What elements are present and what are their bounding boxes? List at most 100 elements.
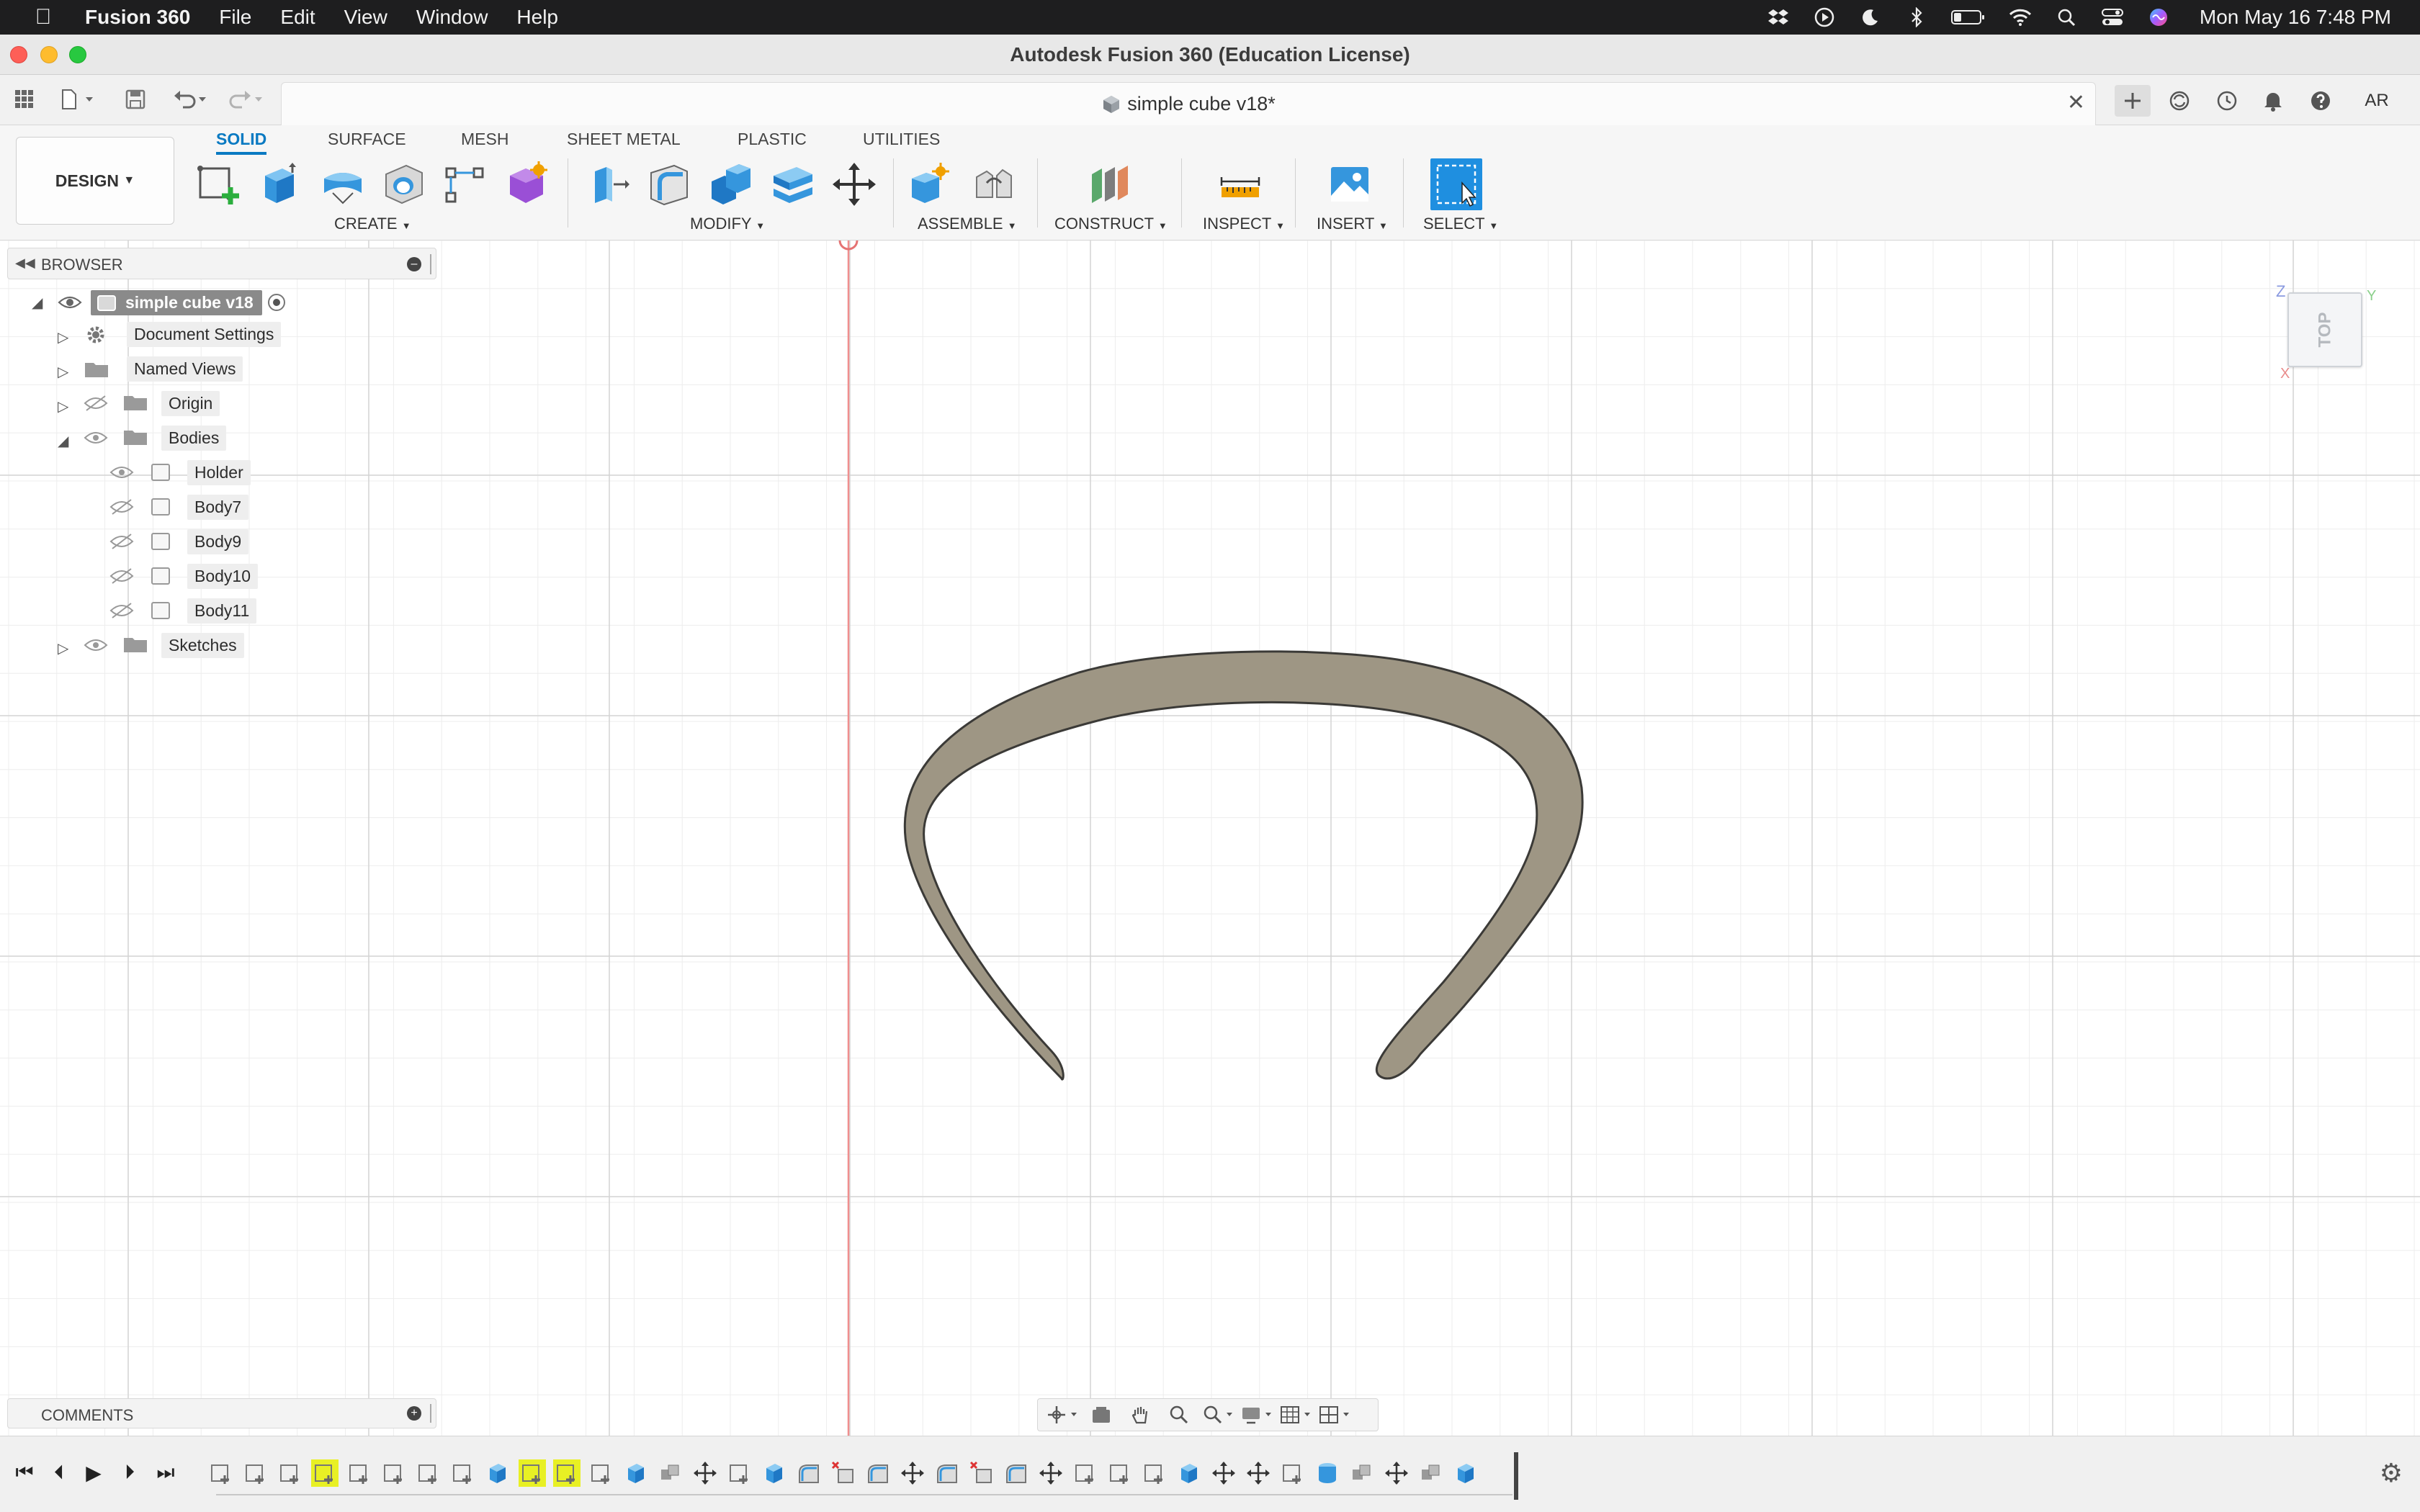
- press-pull-icon[interactable]: [582, 158, 634, 210]
- new-tab-icon[interactable]: [2115, 85, 2151, 117]
- timeline-feature-move-icon[interactable]: [1037, 1459, 1065, 1487]
- tab-utilities[interactable]: UTILITIES: [863, 130, 940, 149]
- timeline-feature-fillet-icon[interactable]: [864, 1459, 892, 1487]
- collapsed-triangle-icon[interactable]: ▷: [58, 328, 68, 346]
- tab-surface[interactable]: SURFACE: [328, 130, 406, 149]
- timeline-feature-fillet-icon[interactable]: [1003, 1459, 1030, 1487]
- timeline-feature-cylinder-icon[interactable]: [1314, 1459, 1341, 1487]
- timeline-feature-delete-icon[interactable]: [830, 1459, 857, 1487]
- menu-view[interactable]: View: [344, 6, 387, 29]
- fit-zoom-icon[interactable]: [1201, 1402, 1235, 1428]
- browser-item-body[interactable]: Holder: [187, 458, 251, 487]
- create-group-label[interactable]: CREATE ▼: [334, 215, 411, 233]
- timeline-feature-sketch-icon[interactable]: [1072, 1459, 1099, 1487]
- menubar-clock[interactable]: Mon May 16 7:48 PM: [2200, 6, 2391, 29]
- tab-solid[interactable]: SOLID: [216, 130, 267, 155]
- timeline-feature-sketch-icon[interactable]: [415, 1459, 442, 1487]
- notifications-bell-icon[interactable]: [2257, 85, 2289, 117]
- app-menu[interactable]: Fusion 360: [85, 6, 190, 29]
- timeline-feature-sketch-icon[interactable]: [519, 1459, 546, 1487]
- new-component-icon[interactable]: [905, 158, 956, 210]
- menu-edit[interactable]: Edit: [280, 6, 315, 29]
- browser-root-row[interactable]: simple cube v18: [91, 288, 285, 317]
- close-tab-icon[interactable]: ✕: [2067, 90, 2085, 115]
- bluetooth-icon[interactable]: [1904, 7, 1929, 27]
- control-center-icon[interactable]: [2100, 7, 2125, 27]
- timeline-feature-sketch-icon[interactable]: [207, 1459, 235, 1487]
- menu-help[interactable]: Help: [516, 6, 558, 29]
- timeline-feature-move-icon[interactable]: [1210, 1459, 1237, 1487]
- document-tab[interactable]: simple cube v18* ✕: [281, 82, 2096, 125]
- offset-plane-icon[interactable]: [1083, 158, 1135, 210]
- hole-icon[interactable]: [377, 158, 429, 210]
- assemble-group-label[interactable]: ASSEMBLE ▼: [918, 215, 1017, 233]
- view-cube[interactable]: Z Y X TOP: [2276, 282, 2376, 382]
- menu-file[interactable]: File: [219, 6, 251, 29]
- browser-options-icon[interactable]: –: [407, 257, 421, 271]
- panel-resize-handle[interactable]: [430, 1404, 433, 1423]
- workspace-switcher[interactable]: DESIGN ▼: [16, 137, 174, 225]
- timeline-feature-extrude-icon[interactable]: [484, 1459, 511, 1487]
- eye-visible-icon[interactable]: [84, 636, 108, 654]
- browser-item-body[interactable]: Body11: [187, 596, 257, 625]
- job-status-icon[interactable]: [2211, 85, 2243, 117]
- zoom-icon[interactable]: [1162, 1402, 1196, 1428]
- collapsed-triangle-icon[interactable]: ▷: [58, 639, 68, 657]
- timeline-feature-move-icon[interactable]: [899, 1459, 926, 1487]
- combine-icon[interactable]: [706, 158, 758, 210]
- display-settings-icon[interactable]: [1240, 1402, 1274, 1428]
- tab-sheet-metal[interactable]: SHEET METAL: [567, 130, 681, 149]
- viewcube-face[interactable]: TOP: [2287, 292, 2362, 367]
- go-to-end-icon[interactable]: ⏭: [151, 1458, 180, 1487]
- timeline-settings-gear-icon[interactable]: ⚙: [2380, 1458, 2403, 1488]
- eye-visible-icon[interactable]: [84, 429, 108, 446]
- offset-face-icon[interactable]: [766, 158, 818, 210]
- insert-image-icon[interactable]: [1324, 158, 1376, 210]
- eye-hidden-icon[interactable]: [84, 395, 108, 412]
- timeline-feature-combine-icon[interactable]: [657, 1459, 684, 1487]
- eye-visible-icon[interactable]: [109, 464, 134, 481]
- comments-panel[interactable]: COMMENTS +: [7, 1398, 436, 1428]
- browser-item-body[interactable]: Body7: [187, 492, 249, 521]
- collapsed-triangle-icon[interactable]: ▷: [58, 363, 68, 381]
- eye-visible-icon[interactable]: [58, 294, 82, 311]
- look-at-icon[interactable]: [1084, 1402, 1119, 1428]
- eye-hidden-icon[interactable]: [109, 602, 134, 619]
- timeline-feature-sketch-icon[interactable]: [1141, 1459, 1168, 1487]
- menu-window[interactable]: Window: [416, 6, 488, 29]
- siri-icon[interactable]: [2146, 7, 2171, 27]
- collapsed-triangle-icon[interactable]: ▷: [58, 397, 68, 415]
- timeline-feature-sketch-icon[interactable]: [588, 1459, 615, 1487]
- window-select-icon[interactable]: [1430, 158, 1482, 210]
- pan-hand-icon[interactable]: [1123, 1402, 1157, 1428]
- extrude-icon[interactable]: [254, 158, 305, 210]
- timeline-feature-move-icon[interactable]: [1245, 1459, 1272, 1487]
- browser-item-body[interactable]: Body9: [187, 527, 249, 556]
- select-group-label[interactable]: SELECT ▼: [1423, 215, 1498, 233]
- timeline-feature-sketch-icon[interactable]: [1279, 1459, 1307, 1487]
- timeline-marker[interactable]: [1514, 1452, 1518, 1500]
- spotlight-icon[interactable]: [2054, 7, 2079, 27]
- viewports-icon[interactable]: [1317, 1402, 1352, 1428]
- timeline-feature-sketch-icon[interactable]: [553, 1459, 581, 1487]
- sync-icon[interactable]: [2164, 85, 2195, 117]
- user-avatar[interactable]: AR: [2361, 85, 2393, 117]
- dropbox-icon[interactable]: [1766, 7, 1791, 27]
- create-form-icon[interactable]: [501, 158, 553, 210]
- create-sketch-icon[interactable]: [193, 158, 245, 210]
- browser-item-sketches[interactable]: Sketches: [161, 631, 244, 660]
- file-menu-icon[interactable]: [56, 85, 99, 114]
- timeline-feature-fillet-icon[interactable]: [933, 1459, 961, 1487]
- move-copy-icon[interactable]: [828, 158, 880, 210]
- timeline-feature-sketch-icon[interactable]: [449, 1459, 477, 1487]
- modify-group-label[interactable]: MODIFY ▼: [690, 215, 765, 233]
- activate-radio-icon[interactable]: [267, 294, 285, 311]
- play-icon[interactable]: [1812, 7, 1837, 27]
- eye-hidden-icon[interactable]: [109, 498, 134, 516]
- timeline-feature-fillet-icon[interactable]: [795, 1459, 823, 1487]
- wifi-icon[interactable]: [2008, 7, 2033, 27]
- browser-header[interactable]: ◀◀ BROWSER –: [7, 248, 436, 279]
- inspect-group-label[interactable]: INSPECT ▼: [1203, 215, 1285, 233]
- browser-item-body[interactable]: Body10: [187, 562, 259, 590]
- panel-resize-handle[interactable]: [430, 254, 433, 274]
